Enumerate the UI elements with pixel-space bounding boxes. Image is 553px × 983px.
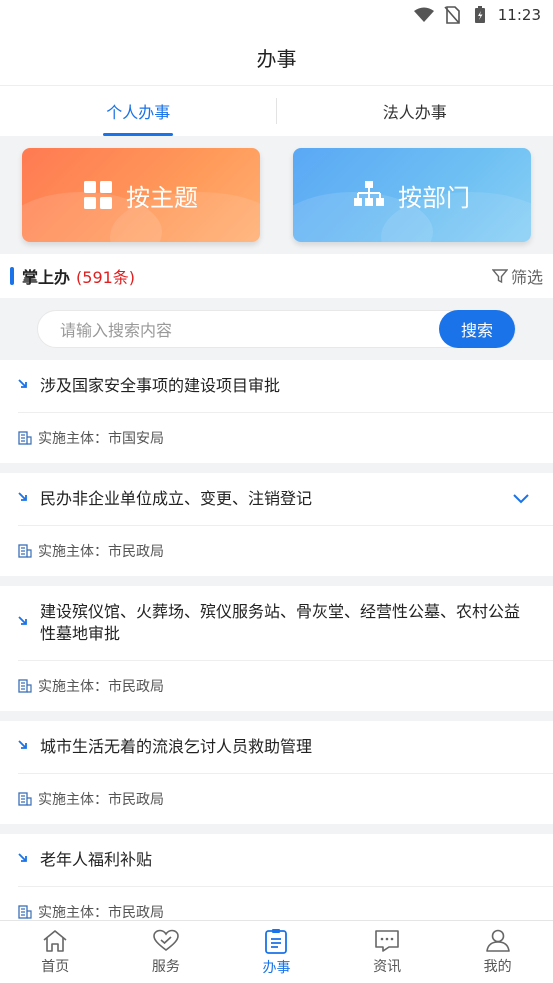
by-department-label: 按部门 xyxy=(398,183,470,212)
org-chart-icon xyxy=(354,181,384,206)
item-meta: 实施主体： 市民政局 xyxy=(18,525,553,576)
nav-service[interactable]: 服务 xyxy=(111,921,222,983)
bottom-nav: 首页 服务 办事 资讯 我的 xyxy=(0,920,553,983)
section-title-group: 掌上办 (591条) xyxy=(10,264,135,288)
item-org-label: 实施主体： xyxy=(38,905,108,921)
nav-mine[interactable]: 我的 xyxy=(442,921,553,983)
by-theme-card[interactable]: 按主题 xyxy=(22,148,260,242)
arrow-down-right-icon xyxy=(18,612,40,634)
item-org: 市民政局 xyxy=(108,905,164,921)
list-item[interactable]: 民办非企业单位成立、变更、注销登记 实施主体： 市民政局 xyxy=(0,473,553,576)
building-icon xyxy=(18,792,32,806)
nav-affairs[interactable]: 办事 xyxy=(221,921,332,983)
section-title: 掌上办 xyxy=(22,268,71,287)
status-bar: 11:23 xyxy=(0,0,553,30)
status-time: 11:23 xyxy=(497,6,541,24)
grid-icon xyxy=(84,181,112,209)
filter-label: 筛选 xyxy=(510,268,543,287)
tab-personal-label: 个人办事 xyxy=(106,103,171,122)
item-meta: 实施主体： 市民政局 xyxy=(18,660,553,711)
nav-news[interactable]: 资讯 xyxy=(332,921,443,983)
search-area: 请输入搜索内容 搜索 xyxy=(0,298,553,360)
item-title: 老年人福利补贴 xyxy=(40,850,153,869)
item-title: 建设殡仪馆、火葬场、殡仪服务站、骨灰堂、经营性公墓、农村公益性墓地审批 xyxy=(40,602,521,643)
list-item[interactable]: 城市生活无着的流浪乞讨人员救助管理 实施主体： 市民政局 xyxy=(0,721,553,824)
list-item[interactable]: 涉及国家安全事项的建设项目审批 实施主体： 市国安局 xyxy=(0,360,553,463)
item-title: 涉及国家安全事项的建设项目审批 xyxy=(40,376,281,395)
item-title: 民办非企业单位成立、变更、注销登记 xyxy=(40,489,313,508)
section-accent-bar xyxy=(10,267,14,285)
building-icon xyxy=(18,679,32,693)
item-org: 市民政局 xyxy=(108,792,164,808)
service-list: 涉及国家安全事项的建设项目审批 实施主体： 市国安局 民办非企业单位成立、变更、注… xyxy=(0,360,553,937)
search-button[interactable]: 搜索 xyxy=(439,310,515,348)
item-meta: 实施主体： 市国安局 xyxy=(18,412,553,463)
nav-affairs-label: 办事 xyxy=(262,959,291,976)
tab-legal-person[interactable]: 法人办事 xyxy=(277,86,553,136)
nav-service-label: 服务 xyxy=(151,958,180,975)
battery-icon xyxy=(470,6,490,24)
arrow-down-right-icon xyxy=(18,849,40,871)
item-org-label: 实施主体： xyxy=(38,544,108,560)
by-department-card[interactable]: 按部门 xyxy=(293,148,531,242)
building-icon xyxy=(18,905,32,919)
arrow-down-right-icon xyxy=(18,375,40,397)
item-title: 城市生活无着的流浪乞讨人员救助管理 xyxy=(40,737,313,756)
clipboard-icon xyxy=(265,928,288,954)
search-button-label: 搜索 xyxy=(460,321,493,340)
no-sim-icon xyxy=(442,6,462,24)
message-icon xyxy=(375,929,399,952)
arrow-down-right-icon xyxy=(18,736,40,758)
item-title-row: 建设殡仪馆、火葬场、殡仪服务站、骨灰堂、经营性公墓、农村公益性墓地审批 xyxy=(0,586,553,660)
item-org: 市民政局 xyxy=(108,544,164,560)
by-theme-label: 按主题 xyxy=(126,183,198,212)
tab-bar: 个人办事 法人办事 xyxy=(0,86,553,136)
list-item[interactable]: 建设殡仪馆、火葬场、殡仪服务站、骨灰堂、经营性公墓、农村公益性墓地审批 实施主体… xyxy=(0,586,553,711)
item-org-label: 实施主体： xyxy=(38,679,108,695)
filter-icon xyxy=(491,269,508,284)
item-meta: 实施主体： 市民政局 xyxy=(18,773,553,824)
section-count: (591条) xyxy=(76,268,136,287)
item-title-row: 涉及国家安全事项的建设项目审批 xyxy=(0,360,553,412)
page-header: 办事 xyxy=(0,30,553,86)
tab-personal[interactable]: 个人办事 xyxy=(0,86,277,136)
home-icon xyxy=(43,929,67,952)
nav-news-label: 资讯 xyxy=(373,958,402,975)
item-org-label: 实施主体： xyxy=(38,792,108,808)
search-input[interactable]: 请输入搜索内容 搜索 xyxy=(37,310,516,348)
user-icon xyxy=(485,929,510,952)
filter-button[interactable]: 筛选 xyxy=(491,264,543,288)
heart-hand-icon xyxy=(153,929,179,951)
item-title-row: 民办非企业单位成立、变更、注销登记 xyxy=(0,473,553,525)
nav-home[interactable]: 首页 xyxy=(0,921,111,983)
tab-legal-person-label: 法人办事 xyxy=(382,103,447,122)
arrow-down-right-icon xyxy=(18,488,40,510)
chevron-down-icon[interactable] xyxy=(513,488,535,510)
nav-home-label: 首页 xyxy=(41,958,70,975)
item-title-row: 老年人福利补贴 xyxy=(0,834,553,886)
item-org: 市国安局 xyxy=(108,431,164,447)
page-title: 办事 xyxy=(256,47,297,71)
item-org: 市民政局 xyxy=(108,679,164,695)
building-icon xyxy=(18,431,32,445)
building-icon xyxy=(18,544,32,558)
nav-mine-label: 我的 xyxy=(483,958,512,975)
wifi-icon xyxy=(413,6,434,24)
section-header: 掌上办 (591条) 筛选 xyxy=(0,254,553,298)
item-title-row: 城市生活无着的流浪乞讨人员救助管理 xyxy=(0,721,553,773)
search-placeholder: 请输入搜索内容 xyxy=(60,321,173,340)
category-cards: 按主题 按部门 xyxy=(0,136,553,254)
item-org-label: 实施主体： xyxy=(38,431,108,447)
